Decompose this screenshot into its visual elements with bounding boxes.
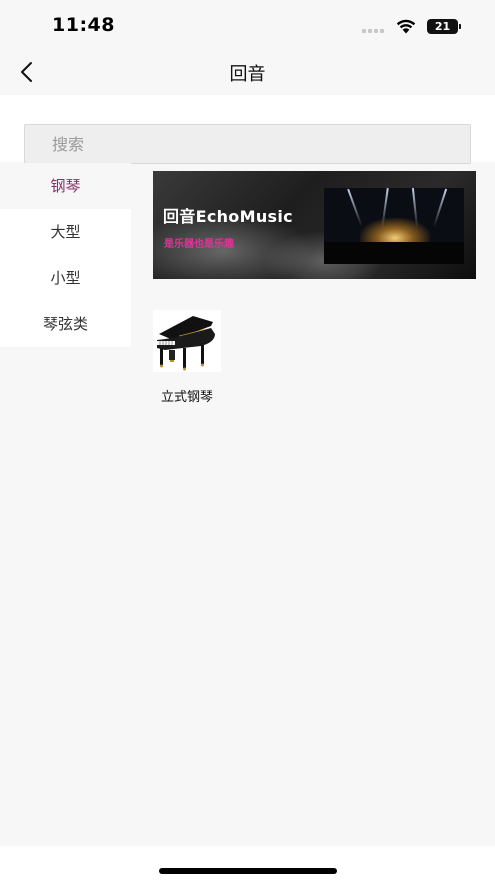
status-time: 11:48 xyxy=(52,14,115,36)
grand-piano-image xyxy=(153,310,221,372)
category-sidebar: 钢琴 大型 小型 琴弦类 xyxy=(0,163,131,347)
search-input[interactable] xyxy=(24,124,471,164)
battery-level: 21 xyxy=(434,20,451,33)
banner-subtitle: 是乐器也是乐趣 xyxy=(164,239,234,250)
app-screen: 11:48 21 回音 钢琴 大型 小型 琴弦类 xyxy=(0,0,495,881)
home-indicator[interactable] xyxy=(159,868,337,874)
search-area xyxy=(0,95,495,164)
home-indicator-area xyxy=(0,846,495,881)
concert-image xyxy=(324,188,464,264)
page-title: 回音 xyxy=(229,64,266,85)
cellular-signal-icon xyxy=(362,28,386,33)
battery-icon: 21 xyxy=(427,19,462,34)
wifi-icon xyxy=(396,19,416,34)
category-item-piano[interactable]: 钢琴 xyxy=(0,163,131,209)
banner-title: 回音EchoMusic xyxy=(163,207,293,226)
product-label: 立式钢琴 xyxy=(160,390,213,405)
nav-bar: 回音 xyxy=(0,50,495,95)
product-item[interactable]: 立式钢琴 xyxy=(153,310,221,405)
category-item-large[interactable]: 大型 xyxy=(0,209,131,255)
status-bar: 11:48 21 xyxy=(0,0,495,50)
category-item-strings[interactable]: 琴弦类 xyxy=(0,301,131,347)
promo-banner[interactable]: 回音EchoMusic 是乐器也是乐趣 xyxy=(153,171,476,279)
category-item-small[interactable]: 小型 xyxy=(0,255,131,301)
